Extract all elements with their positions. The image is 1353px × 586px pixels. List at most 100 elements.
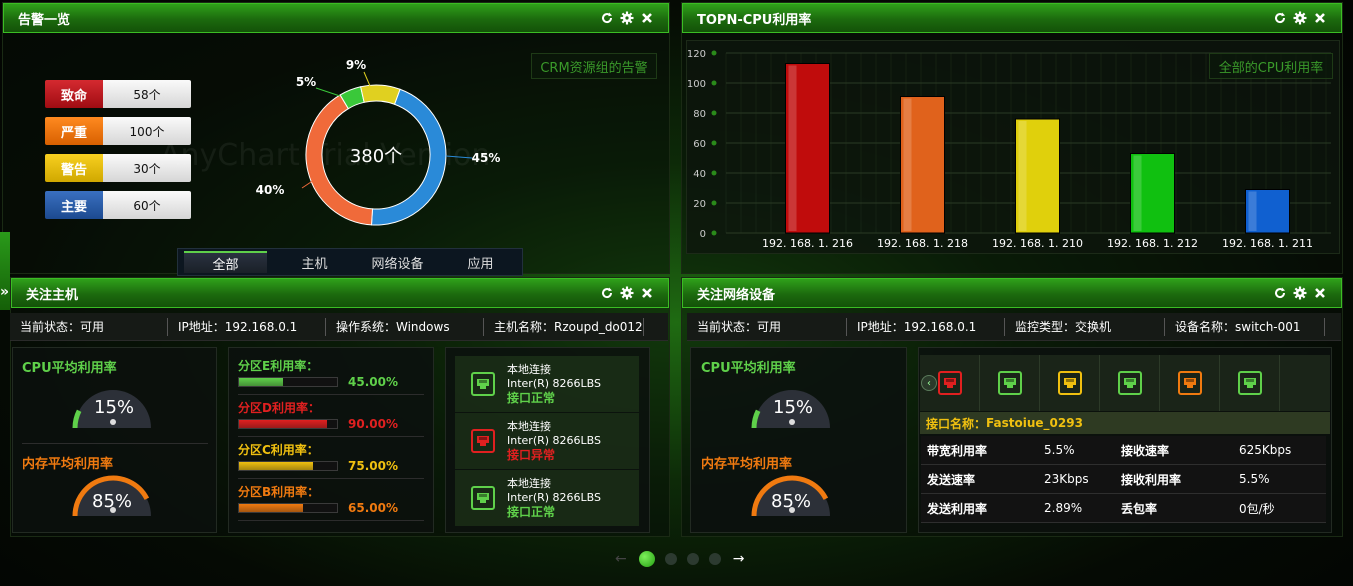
- alert-donut-chart: 45% 40% 5% 9% 380个: [256, 58, 500, 226]
- port-4[interactable]: [1100, 355, 1160, 411]
- host-header: 关注主机: [11, 278, 669, 308]
- partition-percent: 90.00%: [348, 417, 398, 431]
- port-3[interactable]: [1040, 355, 1100, 411]
- y-tick-label: 40: [693, 169, 706, 180]
- cpu-title: TOPN-CPU利用率: [697, 12, 812, 28]
- net-mem-label: 内存平均利用率: [701, 457, 793, 472]
- stat-value: 5.5%: [1239, 472, 1270, 486]
- stat-label: 发送速率: [927, 472, 976, 487]
- y-tick-dot: [711, 140, 717, 146]
- iface-name-value: Fastoiue_0293: [986, 416, 1083, 430]
- refresh-icon[interactable]: [1273, 11, 1287, 25]
- close-icon[interactable]: [1313, 11, 1327, 25]
- host-gauge-divider: [22, 443, 208, 444]
- host-ip: IP地址：192.168.0.1: [168, 317, 326, 336]
- partition-label: 分区C利用率：: [238, 443, 319, 457]
- net-monitor-type: 监控类型：交换机: [1005, 317, 1165, 336]
- chevron-right-icon[interactable]: »: [0, 284, 9, 300]
- page-dot-2[interactable]: [664, 553, 677, 565]
- legend-critical[interactable]: 致命 58个: [45, 80, 191, 108]
- net-mem-value: 85%: [771, 491, 812, 512]
- legend-major-value: 60个: [103, 191, 191, 219]
- connection-name: 本地连接: [507, 363, 551, 376]
- page-dot-1[interactable]: [638, 551, 655, 567]
- stats-row: 发送速率 23Kbps 接收利用率 5.5%: [921, 465, 1326, 494]
- refresh-icon[interactable]: [1273, 286, 1287, 300]
- x-tick-label: 192. 168. 1. 210: [992, 237, 1083, 250]
- legend-warning-label: 警告: [45, 154, 103, 182]
- leader-line: [363, 71, 371, 87]
- network-port-icon: [471, 372, 495, 396]
- y-tick-label: 100: [687, 79, 706, 90]
- port-6[interactable]: [1220, 355, 1280, 411]
- tab-network-device[interactable]: 网络设备: [356, 249, 439, 275]
- refresh-icon[interactable]: [600, 286, 614, 300]
- connection-status: 接口异常: [507, 448, 556, 462]
- gauge-pivot: [110, 419, 116, 425]
- net-cpu-label: CPU平均利用率: [701, 361, 796, 376]
- port-5[interactable]: [1160, 355, 1220, 411]
- refresh-icon[interactable]: [600, 11, 614, 25]
- donut-label-slice-green: 5%: [296, 75, 316, 89]
- net-ip: IP地址：192.168.0.1: [847, 317, 1005, 336]
- connection-text: 本地连接 Inter(R) 8266LBS 接口异常: [507, 420, 601, 462]
- page-dot-4[interactable]: [708, 553, 721, 565]
- net-cpu-value: 15%: [773, 397, 814, 418]
- net-info-bar: 当前状态：可用 IP地址：192.168.0.1 监控类型：交换机 设备名称：s…: [687, 313, 1341, 341]
- connection-name: 本地连接: [507, 420, 551, 433]
- gear-icon[interactable]: [1293, 11, 1307, 25]
- partition-bar: [238, 377, 338, 387]
- donut-total: 380个: [350, 146, 402, 167]
- next-arrow-icon[interactable]: →: [733, 551, 745, 567]
- page-indicator: ← →: [615, 551, 744, 567]
- connection-item[interactable]: 本地连接 Inter(R) 8266LBS 接口正常: [455, 470, 639, 526]
- port-2[interactable]: [980, 355, 1040, 411]
- y-tick-label: 80: [693, 109, 706, 120]
- crm-alert-filter-button[interactable]: CRM资源组的告警: [531, 53, 657, 79]
- legend-major[interactable]: 主要 60个: [45, 191, 191, 219]
- partition-percent: 65.00%: [348, 501, 398, 515]
- cpu-tools: [1273, 11, 1327, 25]
- y-tick-dot: [711, 80, 717, 86]
- port-prev-button[interactable]: ‹: [921, 375, 937, 391]
- prev-arrow-icon[interactable]: ←: [615, 551, 627, 567]
- network-port-icon: [471, 486, 495, 510]
- tab-all[interactable]: 全部: [184, 251, 267, 273]
- legend-critical-label: 致命: [45, 80, 103, 108]
- gear-icon[interactable]: [620, 11, 634, 25]
- leader-line: [315, 87, 341, 97]
- iface-name-label: 接口名称：: [926, 416, 987, 431]
- connection-item[interactable]: 本地连接 Inter(R) 8266LBS 接口正常: [455, 356, 639, 412]
- y-tick-label: 120: [687, 49, 706, 60]
- tab-application[interactable]: 应用: [439, 249, 522, 275]
- close-icon[interactable]: [640, 11, 654, 25]
- network-port-icon: [1237, 371, 1262, 395]
- host-title: 关注主机: [26, 287, 79, 303]
- close-icon[interactable]: [1313, 286, 1327, 300]
- host-name: 主机名称：Rzoupd_do012: [484, 317, 644, 336]
- network-port-icon: [1177, 371, 1202, 395]
- alerts-title: 告警一览: [18, 12, 71, 28]
- partition-bar: [238, 419, 338, 429]
- bar-highlight: [1248, 191, 1257, 231]
- x-tick-label: 192. 168. 1. 211: [1222, 237, 1313, 250]
- gear-icon[interactable]: [620, 286, 634, 300]
- partition-label: 分区B利用率：: [238, 485, 320, 499]
- stat-label: 丢包率: [1121, 501, 1158, 516]
- alerts-tools: [600, 11, 654, 25]
- stat-label: 带宽利用率: [927, 443, 988, 458]
- stat-label: 发送利用率: [927, 501, 988, 516]
- tab-host[interactable]: 主机: [273, 249, 356, 275]
- page-dot-3[interactable]: [686, 553, 699, 565]
- bar-highlight: [903, 98, 912, 231]
- partition-bar-fill: [239, 378, 284, 386]
- leader-line: [445, 155, 473, 159]
- all-cpu-filter-button[interactable]: 全部的CPU利用率: [1209, 53, 1333, 79]
- close-icon[interactable]: [640, 286, 654, 300]
- connection-adapter: Inter(R) 8266LBS: [507, 491, 601, 504]
- donut-slice-yellow[interactable]: [360, 84, 401, 105]
- connection-item[interactable]: 本地连接 Inter(R) 8266LBS 接口异常: [455, 413, 639, 469]
- y-tick-dot: [711, 170, 717, 176]
- gear-icon[interactable]: [1293, 286, 1307, 300]
- net-status: 当前状态：可用: [687, 317, 847, 336]
